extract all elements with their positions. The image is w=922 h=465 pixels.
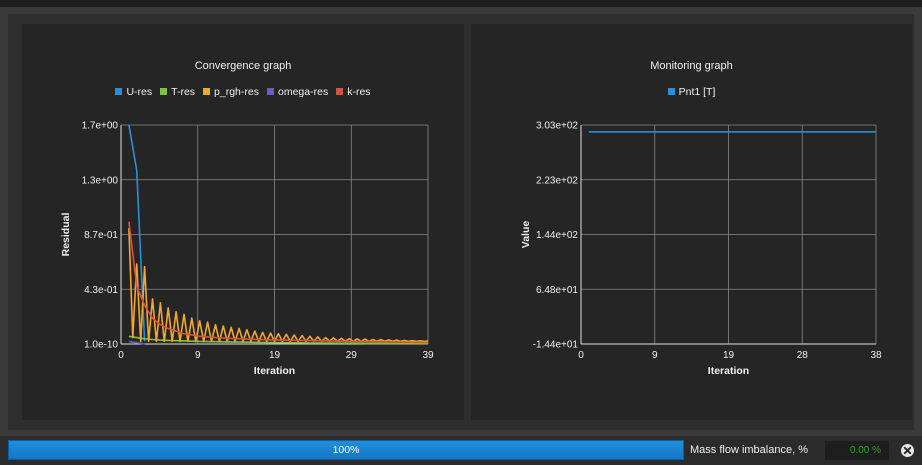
close-icon [901,444,914,457]
y-axis-label: Value [520,221,532,249]
y-tick-label: 4.3e-01 [84,285,118,296]
convergence-chart: 0 9 19 29 39 1.0e-10 4.3e-01 8.7e-01 1.3e+00 1.7e… [60,121,434,378]
x-tick-label: 29 [346,350,358,361]
x-tick-label: 19 [269,350,281,361]
y-tick-label: 1.7e+00 [82,121,119,132]
x-tick-label: 38 [870,350,882,361]
y-tick-label: 1.3e+00 [82,175,119,186]
x-tick-label: 28 [797,350,809,361]
x-tick-label: 0 [578,350,584,361]
y-tick-label: 6.48e+01 [536,285,578,296]
x-axis-label: Iteration [708,365,749,377]
y-tick-label: 2.23e+02 [536,175,578,186]
y-tick-label: 1.44e+02 [536,230,578,241]
mass-flow-imbalance-value: 0.00 % [825,441,889,460]
x-axis-label: Iteration [254,365,295,377]
convergence-graph-panel: Convergence graph U-res T-res p_rgh-res ome… [22,24,464,420]
y-tick-label: 8.7e-01 [84,230,118,241]
mass-flow-imbalance-label: Mass flow imbalance, % [690,444,808,456]
x-tick-label: 9 [652,350,658,361]
x-tick-label: 0 [118,350,124,361]
monitoring-chart: 0 9 19 28 38 -1.44e+01 6.48e+01 1.44e+02 2.23e+0… [520,121,882,378]
convergence-series-line [128,228,429,343]
y-tick-label: -1.44e+01 [533,340,579,351]
y-axis-label: Residual [60,213,72,257]
window-top-strip [0,0,922,7]
progress-text: 100% [332,444,360,456]
x-tick-label: 19 [723,350,735,361]
y-tick-label: 1.0e-10 [84,340,118,351]
monitoring-graph-panel: Monitoring graph Pnt1 [T] 0 9 19 28 38 -1.44e… [471,24,912,420]
x-tick-label: 9 [195,350,201,361]
close-button[interactable] [899,442,916,459]
progress-bar: 100% [8,440,684,460]
x-tick-label: 39 [422,350,434,361]
y-tick-label: 3.03e+02 [536,121,578,132]
